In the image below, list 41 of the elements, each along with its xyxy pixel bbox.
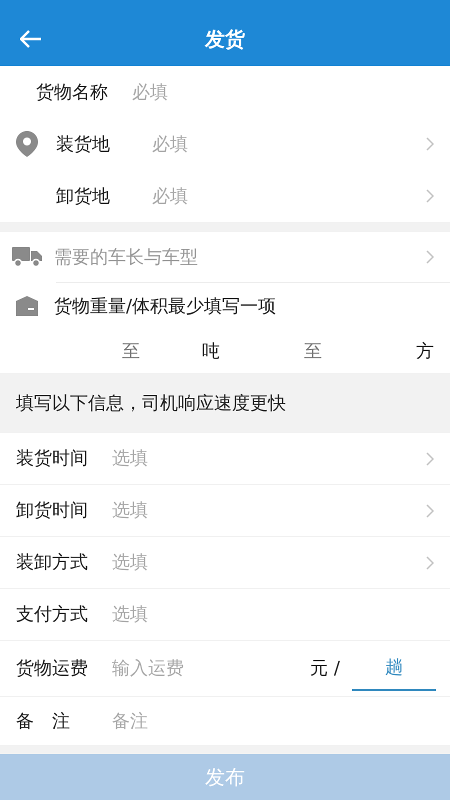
- publish-button[interactable]: 发布: [0, 754, 450, 800]
- form-row[interactable]: 卸货时间 选填: [0, 485, 450, 537]
- field-label: 货物运费: [16, 657, 89, 681]
- section-hint: 填写以下信息，司机响应速度更快: [16, 392, 286, 416]
- unit-selector[interactable]: 趟: [352, 646, 436, 690]
- field-label: 装卸方式: [16, 551, 89, 575]
- back-arrow-icon: [20, 30, 42, 48]
- field-label: 支付方式: [16, 603, 89, 627]
- field-label: 货物名称: [36, 80, 109, 104]
- form-row[interactable]: 装货地 必填: [0, 118, 450, 170]
- currency-unit: 元 /: [310, 657, 340, 681]
- input-field[interactable]: 必填: [152, 130, 426, 158]
- page-title: 发货: [205, 26, 245, 53]
- freight-input[interactable]: 输入运费: [112, 655, 310, 682]
- input-field[interactable]: 选填: [112, 445, 426, 472]
- form-row[interactable]: 装货时间 选填: [0, 433, 450, 485]
- field-label: 卸货时间: [16, 499, 89, 523]
- input-field[interactable]: 选填: [112, 497, 426, 524]
- volume-to-label: 至: [304, 340, 322, 364]
- input-field[interactable]: 备注: [112, 708, 434, 734]
- form-row[interactable]: 装卸方式 选填: [0, 537, 450, 589]
- input-field[interactable]: 必填: [152, 182, 426, 210]
- field-label: 卸货地: [56, 184, 111, 208]
- volume-unit: 方: [416, 340, 434, 364]
- input-field[interactable]: 必填: [132, 78, 434, 106]
- field-label: 装货地: [56, 132, 111, 156]
- field-label: 装货时间: [16, 447, 89, 471]
- cargo-label: 货物重量/体积最少填写一项: [54, 294, 276, 318]
- weight-unit: 吨: [202, 340, 220, 364]
- field-label: 备 注: [16, 710, 71, 734]
- input-field[interactable]: 选填: [112, 601, 434, 628]
- weight-to-label: 至: [122, 340, 140, 364]
- input-field[interactable]: 选填: [112, 549, 426, 576]
- vehicle-label: 需要的车长与车型: [54, 246, 199, 270]
- truck-icon: [12, 247, 42, 267]
- form-row[interactable]: 卸货地 必填: [0, 170, 450, 222]
- form-row[interactable]: 支付方式 选填: [0, 589, 450, 641]
- vehicle-row[interactable]: 需要的车长与车型: [0, 232, 450, 282]
- location-pin-icon: [16, 131, 38, 157]
- form-row[interactable]: 货物名称 必填: [0, 66, 450, 118]
- chevron-right-icon: [426, 250, 434, 264]
